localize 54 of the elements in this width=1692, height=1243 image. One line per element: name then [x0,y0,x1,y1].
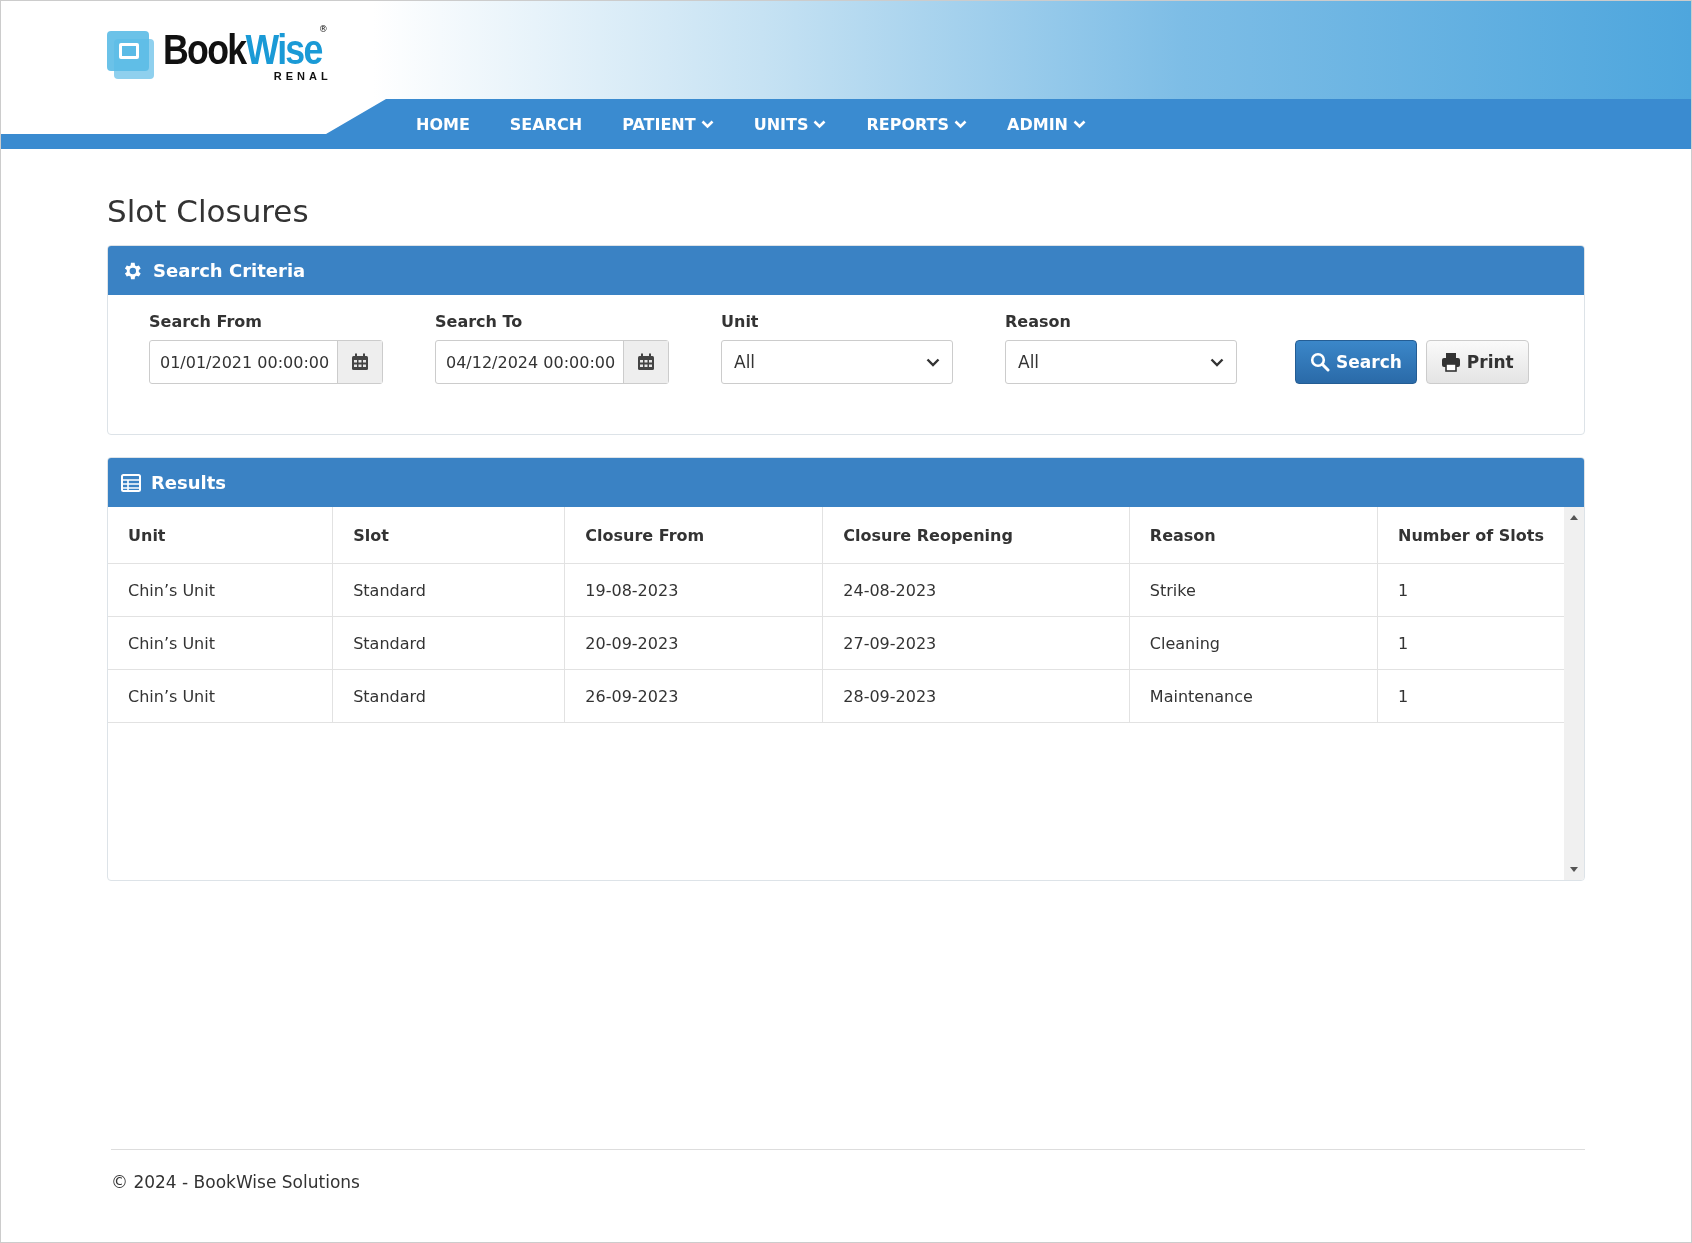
nav-link[interactable]: HOME [396,114,490,134]
table-cell: Cleaning [1129,616,1378,670]
calendar-button[interactable] [337,341,382,383]
table-cell: Standard [332,669,565,723]
table-cell: 26-09-2023 [564,669,823,723]
printer-icon [1440,352,1461,372]
table-cell: Chin’s Unit [108,616,333,670]
table-cell: 19-08-2023 [564,563,823,617]
footer-text: © 2024 - BookWise Solutions [111,1172,360,1192]
panel-title: Search Criteria [153,260,306,281]
search-button[interactable]: Search [1295,340,1417,384]
nav-link[interactable]: SEARCH [489,114,603,134]
field-label: Unit [721,312,760,331]
table-cell: Strike [1129,563,1378,617]
calendar-icon [351,353,369,371]
column-header: Unit [108,507,333,564]
scroll-up-icon[interactable] [1569,513,1579,521]
nav-link[interactable]: UNITS [733,114,847,134]
column-header: Slot [332,507,565,564]
table-cell: 24-08-2023 [822,563,1130,617]
scroll-down-icon[interactable] [1569,866,1579,874]
table-cell: 20-09-2023 [564,616,823,670]
table-cell: Maintenance [1129,669,1378,723]
field-label: Search To [435,312,524,331]
table-cell: Chin’s Unit [108,669,333,723]
date-field[interactable]: 01/01/2021 00:00:00 [149,340,383,384]
registered-mark: ® [318,24,328,34]
scrollbar[interactable] [1564,507,1584,880]
chevron-down-icon [926,357,940,367]
calendar-button[interactable] [623,341,668,383]
table-cell: Chin’s Unit [108,563,333,617]
print-button[interactable]: Print [1425,340,1529,384]
page-title: Slot Closures [107,193,310,229]
column-header: Closure Reopening [822,507,1130,564]
table-icon [121,473,141,492]
search-icon [1310,352,1330,372]
dropdown-field[interactable]: All [1005,340,1237,384]
table-cell: 27-09-2023 [822,616,1130,670]
logo-subtitle: RENAL [273,70,332,82]
column-header: Closure From [564,507,823,564]
table-cell: 28-09-2023 [822,669,1130,723]
field-label: Search From [149,312,263,331]
date-field[interactable]: 04/12/2024 00:00:00 [435,340,669,384]
nav-link[interactable]: PATIENT [602,114,734,134]
field-label: Reason [1005,312,1072,331]
panel-title: Results [151,472,227,493]
chevron-down-icon [1210,357,1224,367]
dropdown-field[interactable]: All [721,340,953,384]
table-cell: Standard [332,563,565,617]
nav-link[interactable]: ADMIN [987,114,1106,134]
calendar-icon [637,353,655,371]
column-header: Reason [1129,507,1378,564]
table-cell: Standard [332,616,565,670]
nav-link[interactable]: REPORTS [846,114,988,134]
